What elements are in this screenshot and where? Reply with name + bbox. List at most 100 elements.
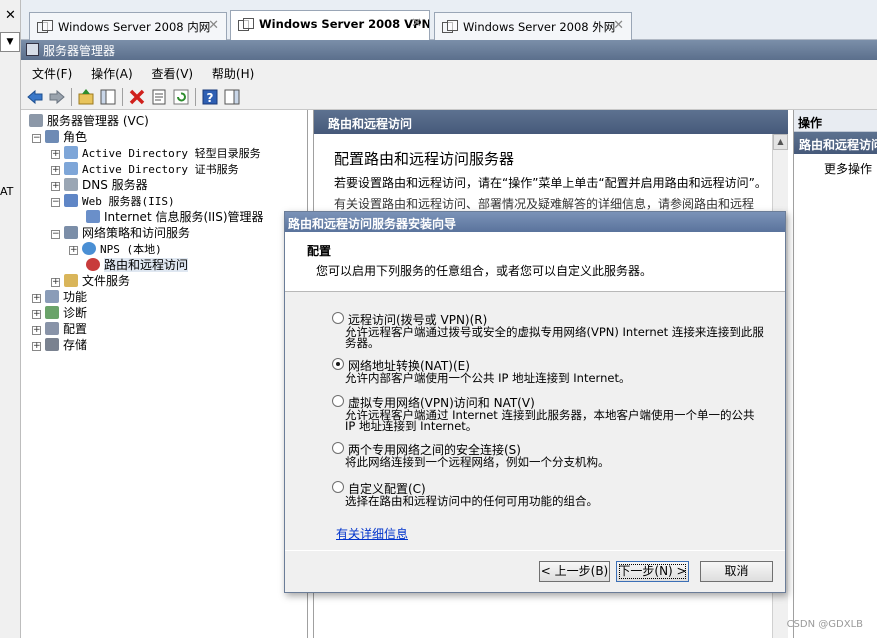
wizard-separator (285, 550, 785, 551)
close-icon[interactable]: ✕ (5, 8, 16, 23)
option-description: 允许远程客户端通过拨号或安全的虚拟专用网络(VPN) Internet 连接来连… (345, 325, 764, 350)
toolbar: ? (21, 84, 877, 110)
roles-icon (45, 130, 59, 143)
properties-icon[interactable] (150, 88, 168, 106)
close-icon[interactable]: ✕ (613, 18, 624, 33)
network-policy-icon (64, 226, 78, 239)
chevron-down-icon[interactable]: ▼ (0, 32, 20, 52)
wizard-header: 配置 您可以启用下列服务的任意组合，或者您可以自定义此服务器。 (285, 232, 785, 292)
collapse-icon[interactable]: − (32, 134, 41, 143)
collapse-icon[interactable]: − (51, 230, 60, 239)
radio-button[interactable] (332, 312, 344, 324)
show-action-pane-icon[interactable] (223, 88, 241, 106)
more-info-link[interactable]: 有关详细信息 (336, 525, 408, 542)
tab-vm-internal[interactable]: Windows Server 2008 内网 ✕ (29, 12, 227, 40)
expand-icon[interactable]: + (51, 182, 60, 191)
refresh-icon[interactable] (172, 88, 190, 106)
tab-vm-vpn[interactable]: Windows Server 2008 VPN... ✕ (230, 10, 430, 41)
left-edge-strip: ✕ ▼ AT (0, 0, 21, 638)
radio-button[interactable] (332, 395, 344, 407)
tree-node-storage[interactable]: + 存储 (32, 337, 87, 353)
toolbar-separator (122, 88, 123, 106)
menu-help[interactable]: 帮助(H) (212, 67, 254, 81)
cancel-button[interactable]: 取消 (700, 561, 773, 582)
expand-icon[interactable]: + (51, 150, 60, 159)
server-icon (29, 114, 43, 127)
svg-text:?: ? (207, 91, 214, 105)
option-description: 将此网络连接到一个远程网络，例如一个分支机构。 (345, 455, 610, 469)
scroll-up-icon[interactable]: ▲ (773, 134, 788, 150)
details-paragraph: 若要设置路由和远程访问，请在“操作”菜单上单击“配置并启用路由和远程访问”。 (334, 176, 767, 190)
actions-title: 操作 (794, 110, 877, 132)
up-folder-icon[interactable] (77, 88, 95, 106)
delete-icon[interactable] (128, 88, 146, 106)
tree-node-ad-cs[interactable]: + Active Directory 证书服务 (51, 161, 239, 177)
vm-tab-bar: Windows Server 2008 内网 ✕ Windows Server … (21, 0, 877, 41)
tree-node-features[interactable]: + 功能 (32, 289, 87, 305)
expand-icon[interactable]: + (32, 294, 41, 303)
storage-icon (45, 338, 59, 351)
back-button[interactable]: < 上一步(B) (539, 561, 610, 582)
tree-node-dns[interactable]: + DNS 服务器 (51, 177, 148, 193)
features-icon (45, 290, 59, 303)
option-description: 允许内部客户端使用一个公共 IP 地址连接到 Internet。 (345, 371, 631, 385)
option-description: 允许远程客户端通过 Internet 连接到此服务器，本地客户端使用一个单一的公… (345, 408, 755, 433)
more-actions-link[interactable]: 更多操作 (794, 154, 877, 177)
routing-icon (86, 258, 100, 271)
clipped-label: AT (0, 185, 14, 198)
tree-node-nps[interactable]: + NPS (本地) (69, 241, 162, 257)
tree-node-iis-manager[interactable]: Internet 信息服务(IIS)管理器 (86, 209, 264, 225)
tab-vm-external[interactable]: Windows Server 2008 外网 ✕ (434, 12, 632, 40)
actions-section-rras[interactable]: 路由和远程访问 (794, 132, 877, 154)
tab-label: Windows Server 2008 外网 (463, 20, 616, 34)
back-icon[interactable] (26, 88, 44, 106)
directory-icon (64, 146, 78, 159)
close-icon[interactable]: ✕ (411, 16, 422, 31)
tree-node-rras[interactable]: 路由和远程访问 (86, 257, 189, 273)
expand-icon[interactable]: + (69, 246, 78, 255)
globe-icon (82, 242, 96, 255)
wizard-heading: 配置 (307, 244, 332, 258)
option-description: 选择在路由和远程访问中的任何可用功能的组合。 (345, 494, 598, 508)
menu-action[interactable]: 操作(A) (91, 67, 133, 81)
tree-node-web[interactable]: − Web 服务器(IIS) (51, 193, 175, 209)
details-heading: 配置路由和远程访问服务器 (334, 150, 515, 168)
expand-icon[interactable]: + (32, 310, 41, 319)
tree-node-root[interactable]: 服务器管理器 (VC) (29, 113, 149, 129)
dns-icon (64, 178, 78, 191)
expand-icon[interactable]: + (51, 278, 60, 287)
expand-icon[interactable]: + (32, 326, 41, 335)
expand-icon[interactable]: + (32, 342, 41, 351)
radio-button[interactable] (332, 481, 344, 493)
next-button[interactable]: 下一步(N) > (616, 561, 689, 582)
help-icon[interactable]: ? (201, 88, 219, 106)
tab-label: Windows Server 2008 内网 (58, 20, 211, 34)
diagnostics-icon (45, 306, 59, 319)
collapse-icon[interactable]: − (51, 198, 60, 207)
tree-node-ad-lds[interactable]: + Active Directory 轻型目录服务 (51, 145, 261, 161)
forward-icon[interactable] (48, 88, 66, 106)
wizard-subtitle: 您可以启用下列服务的任意组合，或者您可以自定义此服务器。 (316, 264, 653, 278)
actions-pane: 操作 路由和远程访问 更多操作 (793, 110, 877, 638)
folder-icon (64, 274, 78, 287)
tree-node-roles[interactable]: − 角色 (32, 129, 87, 145)
server-manager-icon (26, 43, 39, 56)
radio-button[interactable] (332, 442, 344, 454)
tree-node-npas[interactable]: − 网络策略和访问服务 (51, 225, 190, 241)
rras-setup-wizard: 路由和远程访问服务器安装向导 配置 您可以启用下列服务的任意组合，或者您可以自定… (284, 211, 786, 593)
close-icon[interactable]: ✕ (208, 18, 219, 33)
tree-node-file[interactable]: + 文件服务 (51, 273, 130, 289)
tree-node-diagnostics[interactable]: + 诊断 (32, 305, 87, 321)
show-tree-icon[interactable] (99, 88, 117, 106)
menu-file[interactable]: 文件(F) (32, 67, 72, 81)
details-paragraph-2: 有关设置路由和远程访问、部署情况及疑难解答的详细信息，请参阅路由和远程 (334, 197, 755, 211)
toolbar-separator (71, 88, 72, 106)
radio-button-selected[interactable] (332, 358, 344, 370)
certificate-icon (64, 162, 78, 175)
vm-icon (442, 20, 458, 33)
menu-view[interactable]: 查看(V) (152, 67, 194, 81)
expand-icon[interactable]: + (51, 166, 60, 175)
vm-icon (37, 20, 53, 33)
tree-node-configuration[interactable]: + 配置 (32, 321, 87, 337)
watermark: CSDN @GDXLB (786, 619, 863, 630)
